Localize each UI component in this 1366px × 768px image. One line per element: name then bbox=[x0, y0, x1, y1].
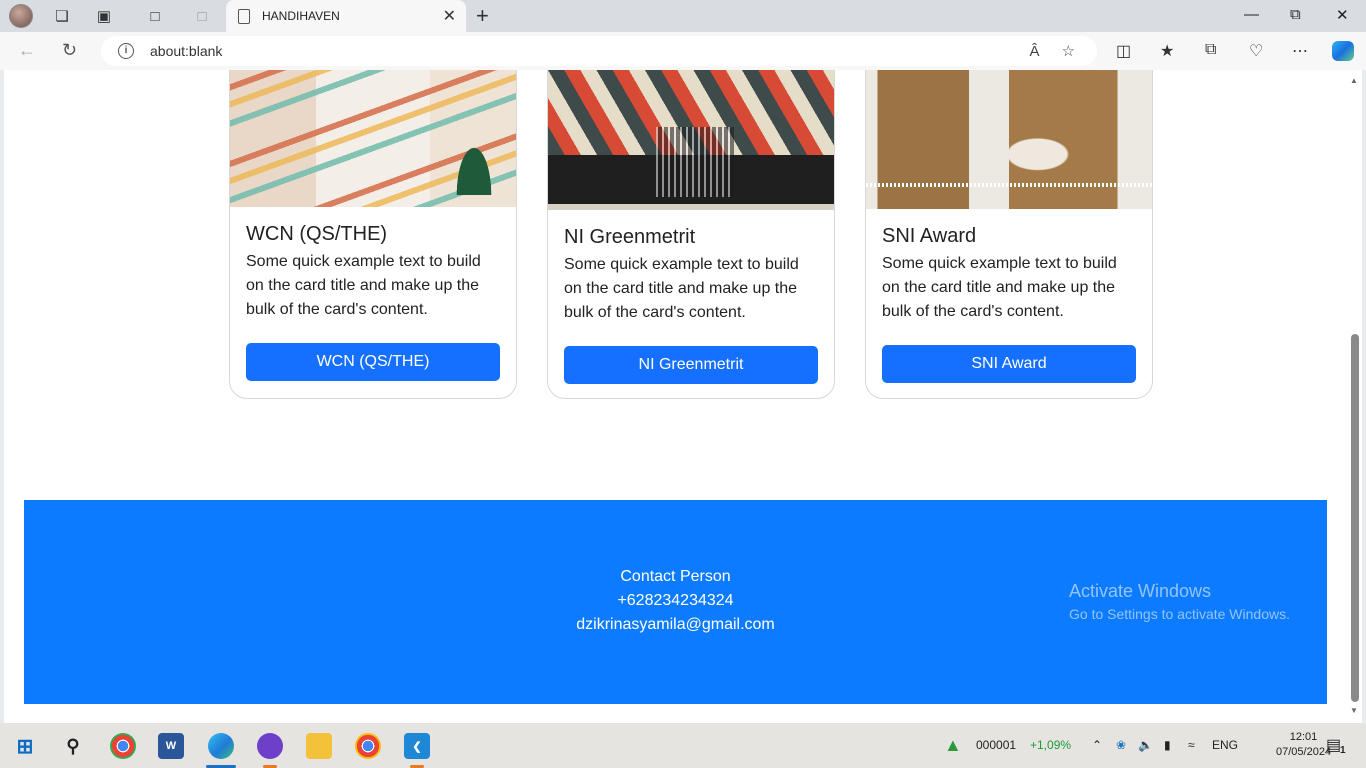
window-close-icon[interactable]: ✕ bbox=[1336, 6, 1349, 24]
card-image bbox=[548, 70, 834, 210]
card-button-greenmetric[interactable]: NI Greenmetrit bbox=[564, 346, 818, 384]
card-wcn: WCN (QS/THE) Some quick example text to … bbox=[229, 70, 517, 399]
card-title: NI Greenmetrit bbox=[564, 226, 696, 248]
pinned-tab-icon-2[interactable]: □ bbox=[188, 4, 216, 28]
tab-bar: ❏ ▣ □ □ HANDIHAVEN ✕ + — ⧉ ✕ bbox=[0, 0, 1366, 32]
collections-icon[interactable]: ⧉ bbox=[1205, 41, 1216, 59]
clock-time: 12:01 bbox=[1289, 731, 1318, 743]
close-tab-icon[interactable]: ✕ bbox=[443, 6, 456, 26]
clock-date: 07/05/2024 bbox=[1276, 746, 1332, 758]
restore-icon[interactable]: ⧉ bbox=[1290, 6, 1301, 23]
pinned-tab-icon[interactable]: □ bbox=[141, 4, 169, 28]
stock-code[interactable]: 000001 bbox=[976, 738, 1016, 752]
info-icon[interactable]: i bbox=[118, 43, 134, 59]
chrome-icon[interactable] bbox=[110, 733, 136, 759]
watermark-subtitle: Go to Settings to activate Windows. bbox=[1069, 606, 1290, 622]
more-options-icon[interactable]: ⋯ bbox=[1292, 41, 1308, 61]
minimize-icon[interactable]: — bbox=[1244, 6, 1259, 23]
scroll-up-icon[interactable]: ▲ bbox=[1350, 76, 1358, 85]
card-button-sni-award[interactable]: SNI Award bbox=[882, 345, 1136, 383]
file-explorer-icon[interactable] bbox=[306, 733, 332, 759]
bluetooth-icon[interactable]: ❀ bbox=[1116, 738, 1126, 752]
page-icon bbox=[238, 8, 250, 24]
new-tab-icon[interactable]: + bbox=[476, 3, 489, 29]
card-title: WCN (QS/THE) bbox=[246, 223, 388, 245]
stock-chart-icon[interactable]: ▲ bbox=[944, 735, 962, 756]
address-bar[interactable]: i about:blank Â ☆ bbox=[101, 36, 1097, 66]
card-text: Some quick example text to build on the … bbox=[246, 253, 481, 318]
vscode-icon[interactable]: ❮ bbox=[404, 733, 430, 768]
favorite-star-icon[interactable]: ☆ bbox=[1062, 42, 1075, 60]
profile-avatar[interactable] bbox=[9, 4, 33, 28]
card-button-wcn[interactable]: WCN (QS/THE) bbox=[246, 343, 500, 381]
browser-essentials-icon[interactable]: ♡ bbox=[1249, 41, 1263, 61]
page-scrollbar[interactable]: ▲ ▼ bbox=[1348, 70, 1362, 723]
taskbar: ⊞ ⚲ W ❮ ▲ 000001 +1,09% ⌃ ❀ 🔈 ▮ ≈ ENG 12… bbox=[0, 723, 1366, 768]
copilot-icon[interactable] bbox=[1332, 41, 1354, 61]
card-image bbox=[230, 70, 516, 207]
address-toolbar: ← ↻ i about:blank Â ☆ ◫ ★ ⧉ ♡ ⋯ bbox=[0, 32, 1366, 70]
show-hidden-icons[interactable]: ⌃ bbox=[1092, 738, 1102, 752]
edge-icon[interactable] bbox=[206, 733, 236, 768]
stock-change[interactable]: +1,09% bbox=[1030, 738, 1071, 752]
tab-handihaven[interactable]: HANDIHAVEN ✕ bbox=[226, 0, 466, 32]
tab-title: HANDIHAVEN bbox=[262, 9, 340, 23]
scroll-down-icon[interactable]: ▼ bbox=[1350, 706, 1358, 715]
workspaces-icon[interactable]: ❏ bbox=[48, 4, 76, 28]
wifi-icon[interactable]: ≈ bbox=[1188, 738, 1195, 752]
chrome-profile-icon[interactable] bbox=[355, 733, 381, 759]
url-text[interactable]: about:blank bbox=[150, 43, 1030, 59]
back-icon[interactable]: ← bbox=[18, 40, 36, 61]
card-title: SNI Award bbox=[882, 225, 977, 247]
watermark-title: Activate Windows bbox=[1069, 581, 1212, 601]
notification-icon[interactable]: ▤ bbox=[1326, 735, 1341, 755]
card-text: Some quick example text to build on the … bbox=[882, 255, 1117, 320]
card-sni-award: SNI Award Some quick example text to bui… bbox=[865, 70, 1153, 399]
tab-actions-icon[interactable]: ▣ bbox=[90, 4, 118, 28]
volume-icon[interactable]: 🔈 bbox=[1138, 738, 1153, 752]
search-icon[interactable]: ⚲ bbox=[60, 733, 86, 759]
activate-windows-watermark: Activate Windows Go to Settings to activ… bbox=[1069, 581, 1290, 622]
favorites-icon[interactable]: ★ bbox=[1160, 41, 1174, 61]
scrollbar-thumb[interactable] bbox=[1351, 334, 1359, 702]
clock[interactable]: 12:01 07/05/2024 bbox=[1276, 730, 1331, 760]
refresh-icon[interactable]: ↻ bbox=[62, 40, 77, 61]
read-aloud-icon[interactable]: Â bbox=[1030, 43, 1040, 60]
github-desktop-icon[interactable] bbox=[257, 733, 283, 768]
windows-start-icon[interactable]: ⊞ bbox=[12, 733, 38, 759]
card-image bbox=[866, 70, 1152, 209]
language-indicator[interactable]: ENG bbox=[1212, 738, 1238, 752]
split-screen-icon[interactable]: ◫ bbox=[1116, 41, 1131, 61]
word-icon[interactable]: W bbox=[158, 733, 184, 759]
page-viewport: WCN (QS/THE) Some quick example text to … bbox=[4, 70, 1348, 723]
battery-icon[interactable]: ▮ bbox=[1164, 738, 1171, 752]
card-greenmetric: NI Greenmetrit Some quick example text t… bbox=[547, 70, 835, 399]
card-text: Some quick example text to build on the … bbox=[564, 256, 799, 321]
notification-count: 1 bbox=[1340, 745, 1346, 756]
